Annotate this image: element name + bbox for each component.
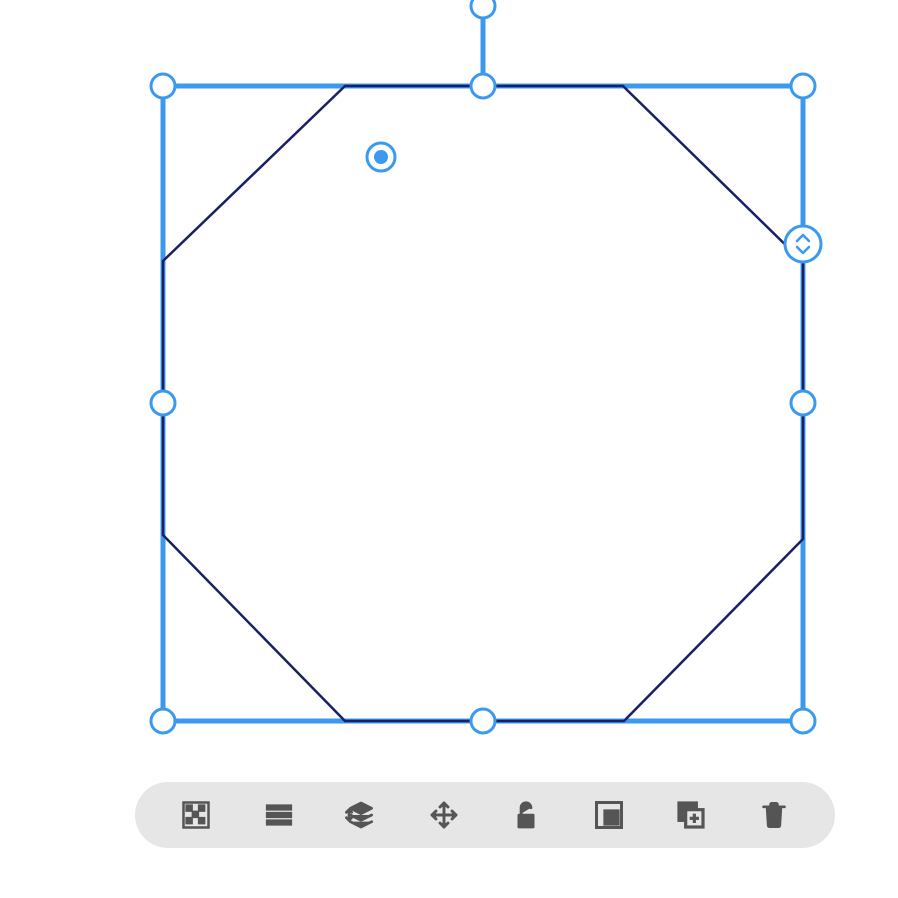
stroke-button[interactable] [257,793,301,837]
anchor-indicator[interactable] [367,143,395,171]
move-button[interactable] [422,793,466,837]
canvas-svg [0,0,898,898]
fill-button[interactable] [174,793,218,837]
handle-mid-right[interactable] [791,391,815,415]
handle-top-right[interactable] [791,74,815,98]
rotation-handle[interactable] [471,0,495,18]
group-icon [594,800,624,830]
handle-bottom-left[interactable] [151,709,175,733]
handle-top-center[interactable] [471,74,495,98]
handle-mid-left[interactable] [151,391,175,415]
group-button[interactable] [587,793,631,837]
move-icon [428,799,460,831]
shape-octagon[interactable] [163,86,803,721]
point-count-handle[interactable] [785,226,821,262]
duplicate-button[interactable] [669,793,713,837]
lines-icon [263,800,295,830]
arrange-button[interactable] [339,793,383,837]
handle-bottom-center[interactable] [471,709,495,733]
duplicate-icon [675,799,707,831]
selection-bounds[interactable] [163,86,803,721]
delete-button[interactable] [752,793,796,837]
canvas-area[interactable] [0,0,898,898]
handle-bottom-right[interactable] [791,709,815,733]
unlock-icon [511,798,541,832]
trash-icon [760,799,788,831]
layers-arrange-icon [345,799,377,831]
lock-button[interactable] [504,793,548,837]
handle-top-left[interactable] [151,74,175,98]
shape-toolbar [135,782,835,848]
transparency-icon [181,800,211,830]
